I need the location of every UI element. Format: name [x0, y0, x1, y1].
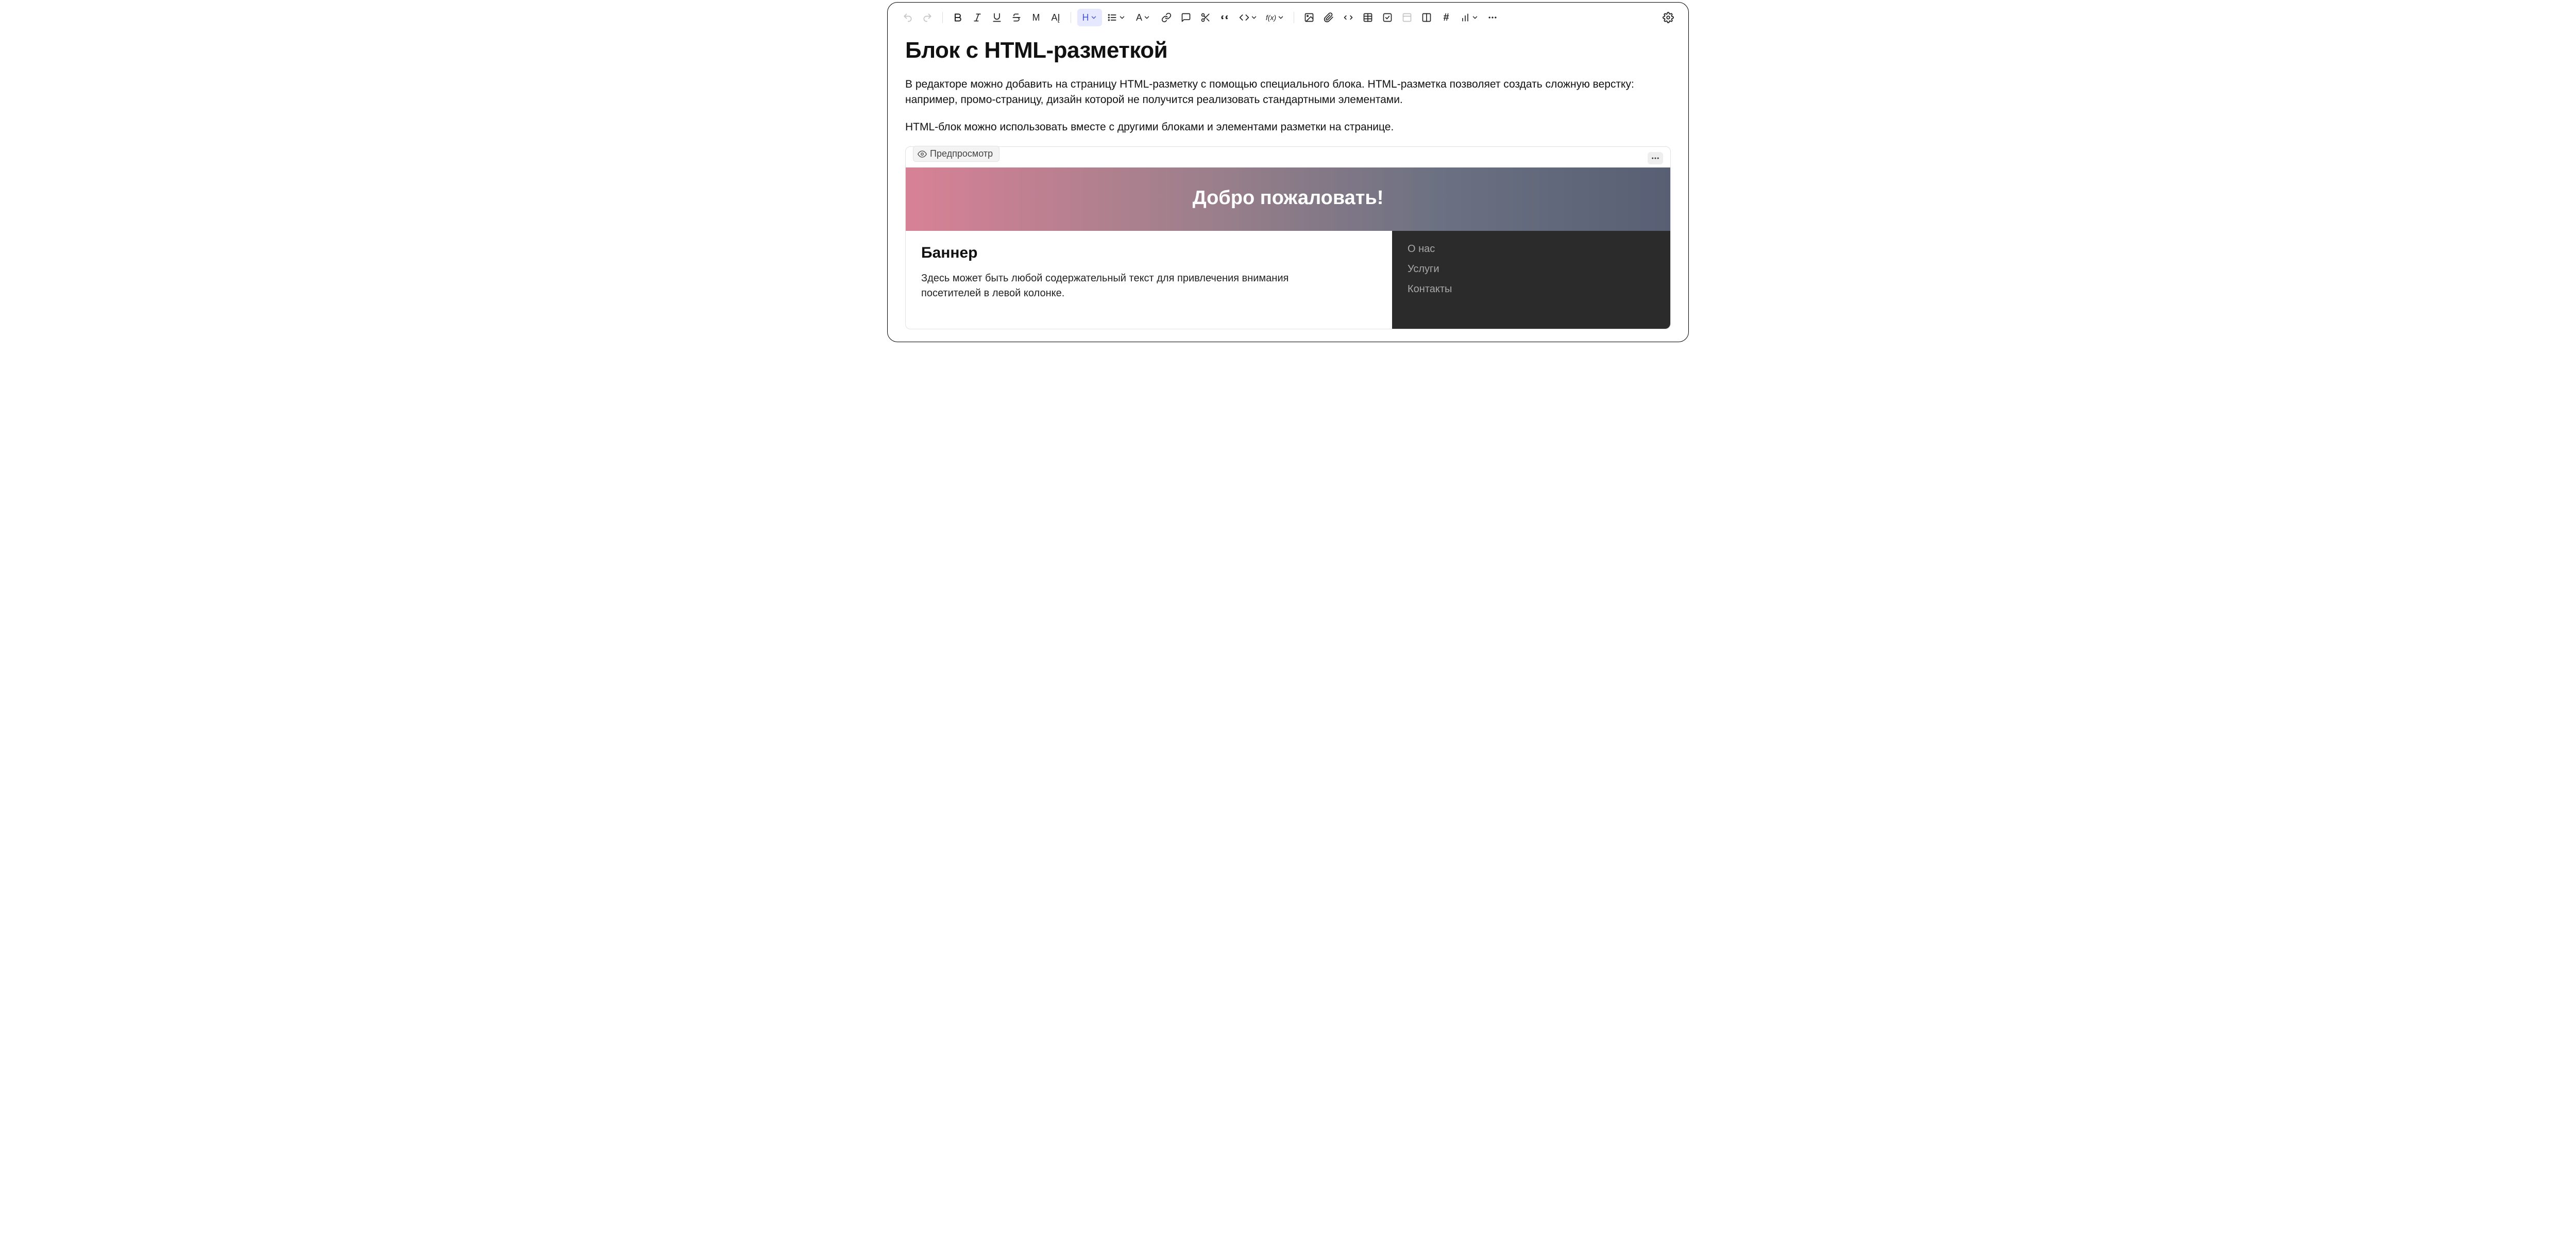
toolbar: M AĮ H A — [888, 3, 1688, 32]
layout-button[interactable] — [1398, 9, 1416, 26]
block-menu-button[interactable] — [1648, 152, 1663, 164]
chevron-down-icon — [1250, 14, 1258, 21]
left-column: Баннер Здесь может быть любой содержател… — [906, 231, 1392, 329]
clear-format-button[interactable]: AĮ — [1047, 9, 1064, 26]
dots-icon — [1651, 154, 1660, 163]
underline-button[interactable] — [988, 9, 1006, 26]
chevron-down-icon — [1143, 14, 1150, 21]
chevron-down-icon — [1118, 14, 1126, 21]
formula-dropdown[interactable]: f(x) — [1263, 9, 1287, 26]
columns-button[interactable] — [1418, 9, 1435, 26]
columns-row: Баннер Здесь может быть любой содержател… — [906, 231, 1670, 329]
nav-services[interactable]: Услуги — [1408, 263, 1655, 275]
chevron-down-icon — [1471, 14, 1479, 21]
clear-format-label: AĮ — [1051, 12, 1060, 23]
anchor-button[interactable]: # — [1437, 9, 1455, 26]
chart-dropdown[interactable] — [1457, 9, 1482, 26]
separator — [942, 12, 943, 23]
settings-button[interactable] — [1659, 9, 1677, 26]
heading-label: H — [1082, 12, 1089, 23]
link-button[interactable] — [1158, 9, 1175, 26]
list-dropdown[interactable] — [1104, 9, 1129, 26]
editor-window: M AĮ H A — [887, 2, 1689, 342]
monospace-button[interactable]: M — [1027, 9, 1045, 26]
hash-label: # — [1443, 12, 1449, 24]
monospace-label: M — [1032, 12, 1040, 23]
page-title: Блок с HTML-разметкой — [905, 38, 1671, 63]
paragraph-2: HTML-блок можно использовать вместе с др… — [905, 120, 1671, 135]
chevron-down-icon — [1090, 14, 1097, 21]
html-button[interactable] — [1340, 9, 1357, 26]
banner-text: Здесь может быть любой содержательный те… — [921, 271, 1344, 301]
hero-banner: Добро пожаловать! — [906, 167, 1670, 231]
more-button[interactable] — [1484, 9, 1501, 26]
nav-contacts[interactable]: Контакты — [1408, 283, 1655, 295]
editor-content[interactable]: Блок с HTML-разметкой В редакторе можно … — [888, 32, 1688, 342]
undo-button[interactable] — [899, 9, 917, 26]
html-preview-block: Предпросмотр Добро пожаловать! Баннер Зд… — [905, 146, 1671, 329]
hero-text: Добро пожаловать! — [1193, 187, 1384, 209]
quote-button[interactable] — [1216, 9, 1234, 26]
table-button[interactable] — [1359, 9, 1377, 26]
redo-button[interactable] — [919, 9, 936, 26]
bold-button[interactable] — [949, 9, 967, 26]
italic-button[interactable] — [969, 9, 986, 26]
text-label: A — [1136, 12, 1142, 23]
chevron-down-icon — [1277, 14, 1284, 21]
preview-badge[interactable]: Предпросмотр — [913, 146, 999, 162]
note-button[interactable] — [1177, 9, 1195, 26]
eye-icon — [918, 149, 927, 159]
checklist-button[interactable] — [1379, 9, 1396, 26]
right-column: О нас Услуги Контакты — [1392, 231, 1670, 329]
formula-label: f(x) — [1266, 13, 1276, 22]
preview-badge-label: Предпросмотр — [930, 148, 993, 159]
strikethrough-button[interactable] — [1008, 9, 1025, 26]
heading-dropdown[interactable]: H — [1077, 9, 1102, 26]
attachment-button[interactable] — [1320, 9, 1337, 26]
code-dropdown[interactable] — [1236, 9, 1261, 26]
nav-about[interactable]: О нас — [1408, 243, 1655, 255]
banner-title: Баннер — [921, 244, 1377, 262]
text-color-dropdown[interactable]: A — [1131, 9, 1156, 26]
image-button[interactable] — [1300, 9, 1318, 26]
paragraph-1: В редакторе можно добавить на страницу H… — [905, 77, 1671, 108]
cut-button[interactable] — [1197, 9, 1214, 26]
